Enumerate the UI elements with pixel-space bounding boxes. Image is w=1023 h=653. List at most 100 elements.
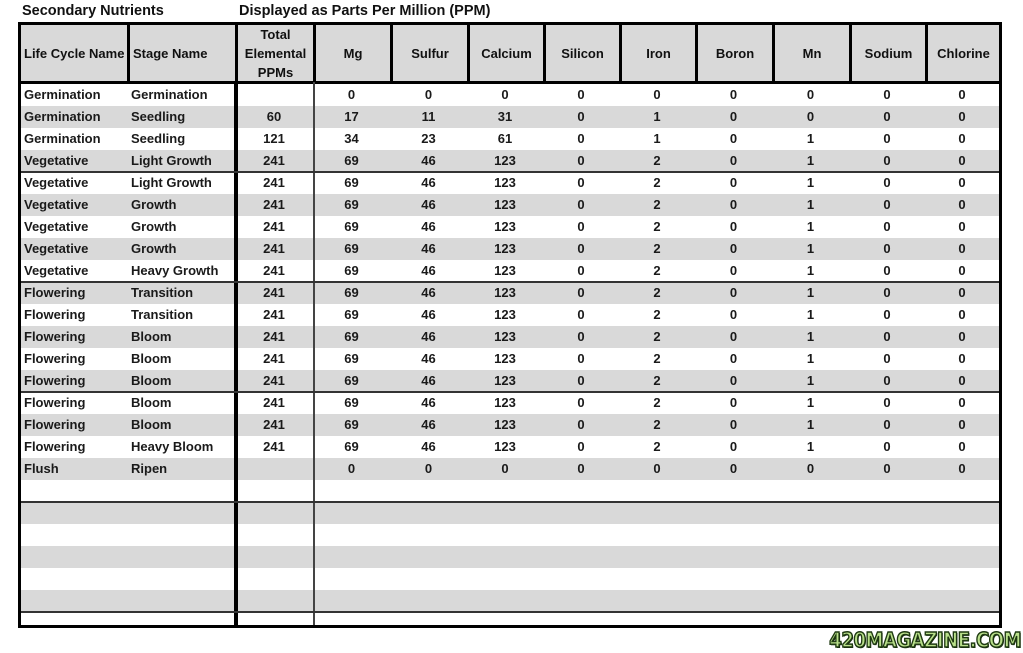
boron-cell: 0: [729, 109, 738, 124]
header-column-divider: [127, 25, 130, 82]
life-cycle-cell: Flowering: [24, 439, 86, 454]
stage-name-cell: Heavy Growth: [131, 263, 219, 278]
empty-row: [21, 546, 999, 568]
life-cycle-cell: Flowering: [24, 285, 86, 300]
life-cycle-cell: Vegetative: [24, 219, 89, 234]
stage-name-cell: Light Growth: [131, 175, 212, 190]
row-group-divider: [21, 391, 999, 393]
sodium-cell: 0: [883, 395, 891, 410]
calcium-cell: 123: [494, 153, 516, 168]
iron-cell: 0: [653, 87, 661, 102]
calcium-cell: 123: [494, 351, 516, 366]
table-row: Flowering Bloom 241 69 46 123 0 2 0 1 0 0: [21, 370, 999, 392]
mg-cell: 69: [344, 329, 359, 344]
column-header: Boron: [698, 25, 772, 81]
silicon-cell: 0: [577, 175, 585, 190]
total-ppm-cell: 241: [263, 219, 285, 234]
sulfur-cell: 46: [421, 219, 436, 234]
iron-cell: 1: [653, 109, 661, 124]
mn-cell: 1: [806, 417, 815, 432]
table-row: Flowering Transition 241 69 46 123 0 2 0 1 0 0: [21, 282, 999, 304]
stage-name-cell: Growth: [131, 219, 177, 234]
stage-name-cell: Seedling: [131, 131, 186, 146]
sulfur-cell: 0: [424, 461, 433, 476]
calcium-cell: 123: [494, 241, 516, 256]
table-row: Flush Ripen 0 0 0 0 0 0 0 0 0: [21, 458, 999, 480]
boron-cell: 0: [729, 373, 738, 388]
total-ppm-cell: 241: [263, 329, 285, 344]
stage-name-cell: Light Growth: [131, 153, 212, 168]
sodium-cell: 0: [883, 241, 891, 256]
calcium-cell: 123: [494, 439, 516, 454]
sulfur-cell: 46: [421, 395, 436, 410]
total-ppm-cell: 60: [266, 109, 282, 124]
header-column-divider: [467, 25, 470, 82]
sodium-cell: 0: [883, 307, 891, 322]
chlorine-cell: 0: [958, 241, 966, 256]
chlorine-cell: 0: [958, 417, 966, 432]
silicon-cell: 0: [577, 417, 585, 432]
sulfur-cell: 46: [421, 285, 436, 300]
boron-cell: 0: [729, 307, 738, 322]
total-ppm-cell: 241: [263, 241, 285, 256]
mn-cell: 1: [806, 263, 815, 278]
body-column-divider: [313, 82, 315, 625]
calcium-cell: 61: [497, 131, 513, 146]
life-cycle-cell: Vegetative: [24, 153, 89, 168]
sodium-cell: 0: [883, 109, 891, 124]
mn-cell: 0: [806, 461, 815, 476]
life-cycle-cell: Flowering: [24, 351, 86, 366]
chlorine-cell: 0: [958, 131, 966, 146]
sheet-title: Secondary Nutrients: [22, 3, 164, 19]
mn-cell: 1: [806, 131, 815, 146]
life-cycle-cell: Germination: [24, 109, 101, 124]
column-header: Life Cycle Name: [21, 25, 127, 81]
life-cycle-cell: Flush: [24, 461, 59, 476]
silicon-cell: 0: [577, 87, 585, 102]
calcium-cell: 123: [494, 219, 516, 234]
stage-name-cell: Germination: [131, 87, 208, 102]
mn-cell: 1: [806, 351, 815, 366]
stage-name-cell: Bloom: [131, 417, 172, 432]
chlorine-cell: 0: [958, 329, 966, 344]
empty-row: [21, 590, 999, 612]
iron-cell: 1: [653, 131, 661, 146]
total-ppm-cell: 241: [263, 307, 285, 322]
table-row: Flowering Bloom 241 69 46 123 0 2 0 1 0 0: [21, 348, 999, 370]
mn-cell: 1: [806, 373, 815, 388]
total-ppm-cell: 241: [263, 285, 285, 300]
body-column-divider: [234, 82, 238, 625]
mn-cell: 1: [806, 395, 815, 410]
total-ppm-cell: 241: [263, 417, 285, 432]
header-column-divider: [925, 25, 928, 82]
header-column-divider: [619, 25, 622, 82]
chlorine-cell: 0: [958, 263, 966, 278]
header-column-divider: [235, 25, 238, 82]
mg-cell: 17: [344, 109, 359, 124]
sodium-cell: 0: [883, 329, 891, 344]
sodium-cell: 0: [883, 373, 891, 388]
sodium-cell: 0: [883, 417, 891, 432]
boron-cell: 0: [729, 439, 738, 454]
table-row: Germination Germination 0 0 0 0 0 0 0 0 0: [21, 84, 999, 106]
sulfur-cell: 46: [421, 153, 436, 168]
row-group-divider: [21, 501, 999, 503]
chlorine-cell: 0: [958, 307, 966, 322]
sodium-cell: 0: [883, 197, 891, 212]
iron-cell: 2: [653, 241, 661, 256]
nutrient-table: Life Cycle Name Stage Name Total Elemental…: [18, 22, 1002, 628]
row-group-divider: [21, 281, 999, 283]
sulfur-cell: 0: [424, 87, 433, 102]
stage-name-cell: Transition: [131, 307, 194, 322]
mg-cell: 69: [344, 219, 359, 234]
sulfur-cell: 11: [421, 109, 436, 124]
life-cycle-cell: Flowering: [24, 395, 86, 410]
mg-cell: 69: [344, 175, 359, 190]
boron-cell: 0: [729, 395, 738, 410]
silicon-cell: 0: [577, 439, 585, 454]
iron-cell: 2: [653, 263, 661, 278]
iron-cell: 2: [653, 439, 661, 454]
boron-cell: 0: [729, 417, 738, 432]
total-ppm-cell: 241: [263, 153, 285, 168]
mn-cell: 1: [806, 241, 815, 256]
